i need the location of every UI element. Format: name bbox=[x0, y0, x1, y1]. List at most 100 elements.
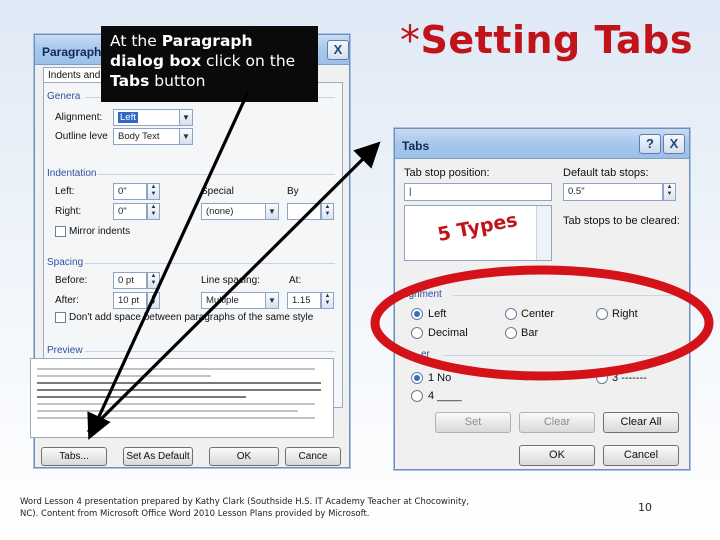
alignment-label: Alignment: bbox=[55, 112, 103, 123]
indentation-divider bbox=[97, 174, 335, 175]
align-left-label: Left bbox=[428, 308, 447, 320]
at-spinner-icon[interactable]: ▲ ▼ bbox=[321, 292, 334, 309]
preview-line bbox=[37, 375, 211, 377]
align-center-radio[interactable] bbox=[505, 308, 517, 320]
leader-none-radio[interactable] bbox=[411, 372, 423, 384]
align-bar-radio[interactable] bbox=[505, 327, 517, 339]
by-field[interactable] bbox=[287, 203, 321, 220]
leader-dashes-label: 3 ------- bbox=[612, 372, 647, 384]
tabs-button[interactable]: Tabs... bbox=[41, 447, 107, 466]
callout-bold-2: Tabs bbox=[110, 72, 150, 91]
preview-group-label: Preview bbox=[47, 345, 83, 356]
tabs-help-icon[interactable]: ? bbox=[639, 134, 661, 154]
paragraph-dialog-title: Paragraph bbox=[42, 45, 102, 59]
paragraph-preview-box bbox=[30, 358, 334, 438]
leader-none-label: 1 No bbox=[428, 372, 452, 384]
tab-stops-cleared-label: Tab stops to be cleared: bbox=[563, 215, 680, 227]
paragraph-cancel-button[interactable]: Cance bbox=[285, 447, 341, 466]
align-right-label: Right bbox=[612, 308, 638, 320]
tabs-cancel-button[interactable]: Cancel bbox=[603, 445, 679, 466]
leader-dashes-radio[interactable] bbox=[596, 372, 608, 384]
spacing-before-field[interactable]: 0 pt bbox=[113, 272, 147, 289]
default-tab-stops-field[interactable]: 0.5" bbox=[563, 183, 663, 201]
tabs-leader-group-label: er bbox=[421, 349, 430, 360]
leader-underline-radio[interactable] bbox=[411, 390, 423, 402]
indentation-group-label: Indentation bbox=[47, 168, 97, 179]
tabs-close-icon[interactable]: X bbox=[663, 134, 685, 154]
tab-stop-position-input[interactable]: | bbox=[404, 183, 552, 201]
dont-add-space-checkbox[interactable] bbox=[55, 312, 66, 323]
right-indent-spinner-icon[interactable]: ▲ ▼ bbox=[147, 203, 160, 220]
preview-line bbox=[37, 368, 316, 370]
mirror-indents-label: Mirror indents bbox=[69, 226, 131, 237]
align-center-label: Center bbox=[521, 308, 555, 320]
default-tab-stops-spinner-icon[interactable]: ▲ ▼ bbox=[663, 183, 676, 201]
line-spacing-chevron-down-icon[interactable]: ▼ bbox=[265, 292, 279, 309]
special-label: Special bbox=[201, 186, 234, 197]
clear-all-button[interactable]: Clear All bbox=[603, 412, 679, 433]
tabs-ok-button[interactable]: OK bbox=[519, 445, 595, 466]
tabs-leader-divider bbox=[443, 355, 683, 356]
special-chevron-down-icon[interactable]: ▼ bbox=[265, 203, 279, 220]
left-indent-value: 0" bbox=[118, 186, 127, 197]
spacing-before-spinner-icon[interactable]: ▲ ▼ bbox=[147, 272, 160, 289]
instruction-callout: At the Paragraph dialog box click on the… bbox=[101, 26, 318, 102]
line-spacing-value: Multiple bbox=[206, 295, 239, 306]
slide-title: *Setting Tabs bbox=[400, 18, 693, 64]
alignment-chevron-down-icon[interactable]: ▼ bbox=[179, 109, 193, 126]
set-button[interactable]: Set bbox=[435, 412, 511, 433]
align-decimal-radio[interactable] bbox=[411, 327, 423, 339]
title-star: * bbox=[400, 18, 421, 64]
right-indent-field[interactable]: 0" bbox=[113, 203, 147, 220]
preview-line bbox=[37, 417, 316, 419]
preview-divider bbox=[85, 351, 335, 352]
dont-add-space-label: Don't add space between paragraphs of th… bbox=[69, 312, 314, 323]
left-indent-field[interactable]: 0" bbox=[113, 183, 147, 200]
align-left-radio[interactable] bbox=[411, 308, 423, 320]
callout-text-2: click on the bbox=[201, 52, 296, 71]
slide-page-number: 10 bbox=[638, 501, 652, 514]
set-as-default-button[interactable]: Set As Default bbox=[123, 447, 193, 466]
outline-level-label: Outline leve bbox=[55, 131, 108, 142]
preview-line bbox=[37, 410, 298, 412]
tab-stop-position-value: | bbox=[409, 186, 412, 197]
at-label: At: bbox=[289, 275, 302, 286]
at-field[interactable]: 1.15 bbox=[287, 292, 321, 309]
preview-line bbox=[37, 389, 322, 391]
general-group-label: Genera bbox=[47, 91, 81, 102]
spacing-after-value: 10 pt bbox=[118, 295, 140, 306]
line-spacing-label: Line spacing: bbox=[201, 275, 260, 286]
special-value: (none) bbox=[206, 206, 234, 217]
align-bar-label: Bar bbox=[521, 327, 539, 339]
mirror-indents-checkbox[interactable] bbox=[55, 226, 66, 237]
default-tab-stops-value: 0.5" bbox=[568, 186, 585, 197]
left-indent-spinner-icon[interactable]: ▲ ▼ bbox=[147, 183, 160, 200]
paragraph-ok-button[interactable]: OK bbox=[209, 447, 279, 466]
left-indent-label: Left: bbox=[55, 186, 75, 197]
right-indent-label: Right: bbox=[55, 206, 82, 217]
indents-spacing-tab[interactable]: Indents and S bbox=[43, 67, 110, 83]
spacing-before-value: 0 pt bbox=[118, 275, 134, 286]
tab-stop-list-scrollbar[interactable] bbox=[536, 206, 551, 260]
callout-text-3: button bbox=[149, 72, 206, 91]
tabs-alignment-group-label: lignment bbox=[404, 289, 442, 300]
spacing-before-label: Before: bbox=[55, 275, 88, 286]
by-spinner-icon[interactable]: ▲ ▼ bbox=[321, 203, 334, 220]
slide-footer: Word Lesson 4 presentation prepared by K… bbox=[20, 497, 470, 520]
alignment-value: Left bbox=[118, 112, 138, 123]
paragraph-close-icon[interactable]: X bbox=[327, 40, 349, 60]
spacing-after-field[interactable]: 10 pt bbox=[113, 292, 147, 309]
leader-underline-label: 4 ____ bbox=[428, 390, 462, 402]
align-right-radio[interactable] bbox=[596, 308, 608, 320]
align-decimal-label: Decimal bbox=[428, 327, 468, 339]
spacing-after-label: After: bbox=[55, 295, 79, 306]
tabs-dialog: Tabs ? X Tab stop position: | Default ta… bbox=[394, 128, 690, 470]
spacing-after-spinner-icon[interactable]: ▲ ▼ bbox=[147, 292, 160, 309]
spacing-group-label: Spacing bbox=[47, 257, 84, 268]
preview-line bbox=[37, 403, 316, 405]
outline-chevron-down-icon[interactable]: ▼ bbox=[179, 128, 193, 145]
right-indent-value: 0" bbox=[118, 206, 127, 217]
default-tab-stops-label: Default tab stops: bbox=[563, 167, 649, 179]
clear-button[interactable]: Clear bbox=[519, 412, 595, 433]
spacing-divider bbox=[85, 263, 335, 264]
